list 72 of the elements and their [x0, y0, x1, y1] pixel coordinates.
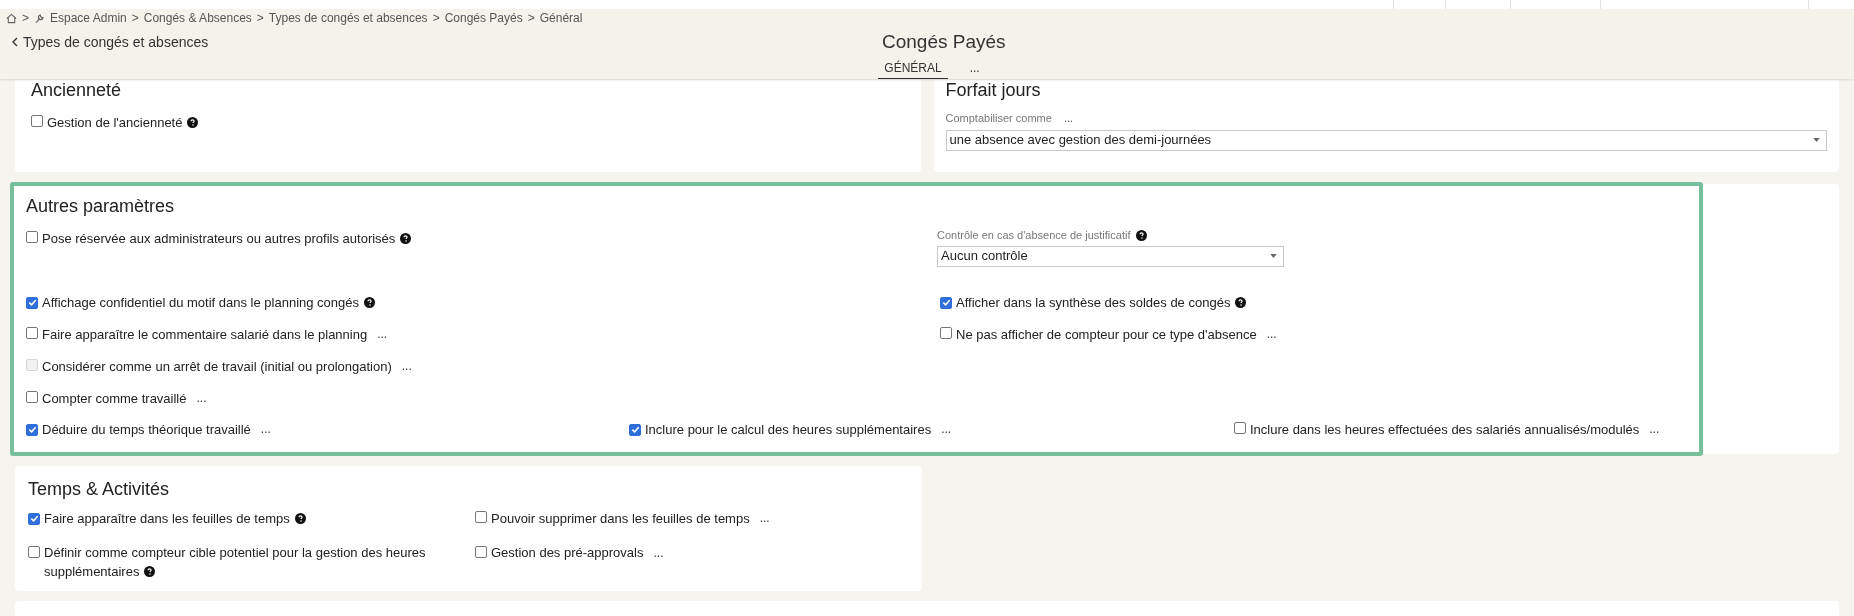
option-label: Définir comme compteur cible potentiel pour la gestion des heures supplémentaires: [44, 543, 427, 581]
card-title: Ancienneté: [31, 79, 123, 102]
tab[interactable]: ...: [963, 59, 986, 79]
breadcrumb-item[interactable]: Espace Admin: [50, 9, 127, 27]
more-link[interactable]: ...: [196, 389, 207, 408]
option-label: Faire apparaître dans les feuilles de temps: [44, 508, 306, 528]
option-label: Inclure pour le calcul des heures supplémentaires: [645, 420, 932, 439]
checkbox[interactable]: [1234, 422, 1246, 434]
help-icon[interactable]: [400, 232, 412, 244]
help-icon[interactable]: [364, 296, 376, 308]
more-link[interactable]: ...: [941, 420, 952, 439]
option-label: Gestion de l'ancienneté: [47, 112, 199, 132]
option-label: Considérer comme un arrêt de travail (initial ou prolongation): [42, 357, 392, 376]
more-link[interactable]: ...: [1266, 325, 1277, 344]
checkbox[interactable]: [26, 423, 38, 436]
wrench-icon: [34, 12, 45, 24]
field-label: Comptabiliser comme: [945, 111, 1052, 126]
help-icon[interactable]: [1135, 229, 1147, 241]
help-icon[interactable]: [187, 116, 199, 128]
option-label: Faire apparaître le commentaire salarié dans le planning: [42, 325, 368, 344]
help-icon[interactable]: [294, 512, 306, 524]
option-label: Pouvoir supprimer dans les feuilles de temps: [491, 509, 750, 528]
checkbox[interactable]: [28, 545, 40, 558]
breadcrumb-separator: >: [527, 10, 535, 27]
dropdown-field[interactable]: une absence avec gestion des demi-journées: [945, 129, 1827, 151]
more-link[interactable]: ...: [377, 325, 388, 344]
more-link[interactable]: ...: [1649, 420, 1660, 439]
caret-icon: [1270, 254, 1277, 258]
help-icon[interactable]: [144, 566, 156, 577]
home-icon[interactable]: [6, 12, 17, 24]
option-label: Pose réservée aux administrateurs ou autres profils autorisés: [42, 228, 412, 248]
back-link[interactable]: Types de congés et absences: [0, 31, 209, 53]
option-label: Inclure dans les heures effectuées des salariés annualisés/modulés: [1250, 420, 1640, 439]
card-title: Forfait jours: [945, 79, 1042, 102]
field-label: Contrôle en cas d'absence de justificatif: [937, 228, 1131, 243]
card-title: Temps & Activités: [28, 478, 171, 501]
checkbox[interactable]: [31, 115, 43, 127]
more-link[interactable]: ...: [759, 509, 770, 528]
chevron-left-icon: [12, 37, 18, 47]
option-label: Ne pas afficher de compteur pour ce type d'absence: [956, 325, 1257, 344]
checkbox[interactable]: [475, 545, 487, 558]
checkbox[interactable]: [940, 327, 952, 339]
breadcrumb-item[interactable]: Congés Payés: [444, 9, 523, 27]
checkbox[interactable]: [28, 512, 40, 525]
checkbox[interactable]: [629, 423, 641, 436]
breadcrumb-separator: >: [256, 10, 264, 27]
checkbox[interactable]: [26, 231, 38, 243]
breadcrumb-item: Général: [539, 10, 583, 27]
tab[interactable]: GÉNÉRAL: [878, 59, 948, 79]
checkbox[interactable]: [26, 296, 38, 309]
help-icon[interactable]: [1235, 296, 1247, 308]
option-label: Affichage confidentiel du motif dans le planning congés: [42, 292, 376, 312]
checkbox[interactable]: [26, 327, 38, 339]
dropdown-field[interactable]: Aucun contrôle: [937, 245, 1284, 267]
checkbox[interactable]: [475, 511, 487, 523]
checkbox[interactable]: [26, 391, 38, 403]
more-link[interactable]: ...: [1063, 110, 1074, 127]
page-title: Congés Payés: [882, 29, 1006, 54]
checkbox[interactable]: [940, 296, 952, 309]
caret-icon: [1813, 138, 1820, 142]
option-label: Gestion des pré-approvals: [491, 544, 644, 562]
breadcrumb-separator: >: [22, 10, 29, 27]
more-link[interactable]: ...: [260, 420, 271, 439]
breadcrumb-separator: >: [432, 10, 440, 27]
breadcrumb-item[interactable]: Types de congés et absences: [268, 9, 428, 27]
card-title: Autres paramètres: [26, 195, 176, 218]
breadcrumb-item[interactable]: Congés & Absences: [143, 9, 252, 27]
breadcrumb-separator: >: [131, 10, 139, 27]
more-link[interactable]: ...: [653, 543, 664, 562]
option-label: Déduire du temps théorique travaillé: [42, 420, 251, 439]
option-label: Afficher dans la synthèse des soldes de congés: [956, 292, 1247, 312]
option-label: Compter comme travaillé: [42, 389, 187, 408]
